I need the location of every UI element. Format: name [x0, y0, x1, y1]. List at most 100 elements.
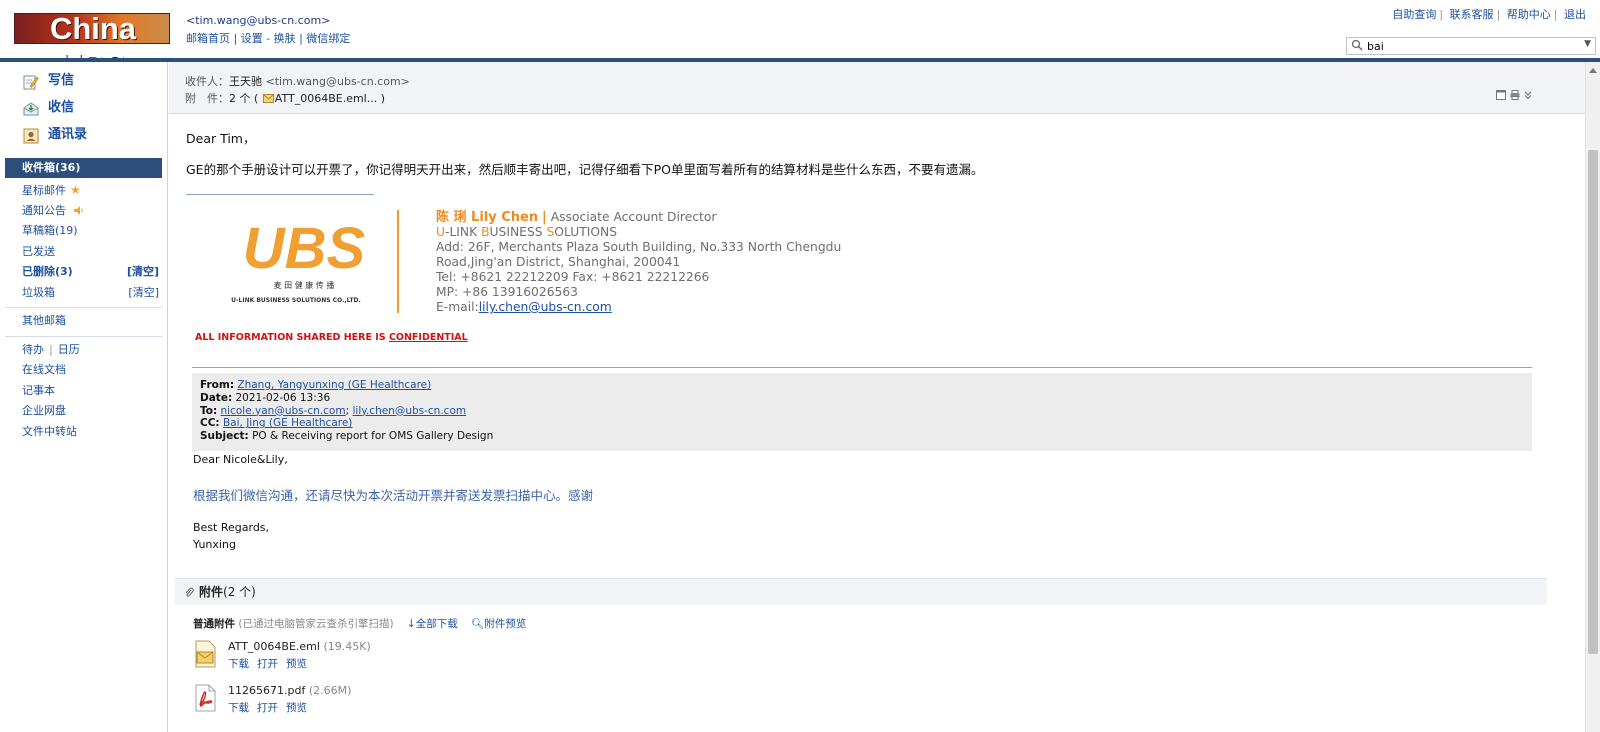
quoted-to-link-1[interactable]: nicole.yan@ubs-cn.com [221, 405, 346, 417]
svg-text:UBS: UBS [243, 216, 366, 281]
mail-home-link[interactable]: 邮箱首页 [186, 32, 230, 45]
mail-header: 收件人：王天驰 <tim.wang@ubs-cn.com> 附 件：2 个 ( … [169, 62, 1585, 114]
attachments-bar: 附件(2 个) [175, 578, 1547, 605]
clear-deleted-button[interactable]: [清空] [127, 262, 159, 283]
quoted-header: From: Zhang, Yangyunxing (GE Healthcare)… [192, 373, 1532, 451]
sidebar-item-deleted[interactable]: 已删除(3) [清空] [0, 262, 167, 283]
search-icon [1351, 39, 1363, 51]
mail-greeting: Dear Tim， [186, 131, 256, 146]
sidebar-item-online-docs[interactable]: 在线文档 [0, 360, 167, 381]
attachments-section: 附件(2 个) 普通附件 (已通过电脑管家云查杀引擎扫描) ↓全部下载 🔍︎附件… [175, 578, 1547, 732]
sidebar-item-enterprise-disk[interactable]: 企业网盘 [0, 401, 167, 422]
attachments-subheader: 普通附件 (已通过电脑管家云查杀引擎扫描) ↓全部下载 🔍︎附件预览 [193, 618, 527, 630]
attachment-link[interactable]: ATT_0064BE.eml... [275, 92, 377, 105]
sidebar-item-drafts[interactable]: 草稿箱(19) [0, 221, 167, 242]
signature-email-link[interactable]: lily.chen@ubs-cn.com [479, 300, 612, 314]
receive-mail-icon [23, 102, 39, 116]
sidebar-item-file-transfer[interactable]: 文件中转站 [0, 422, 167, 443]
signature-name: 陈 琍 Lily Chen [436, 210, 539, 225]
preview-button[interactable]: 预览 [286, 658, 307, 670]
self-service-link[interactable]: 自助查询 [1392, 8, 1436, 21]
recipient-email: <tim.wang@ubs-cn.com> [265, 75, 410, 88]
download-all-button[interactable]: ↓全部下载 [407, 618, 458, 630]
receive-button[interactable]: 收信 [0, 97, 167, 124]
print-icon[interactable] [1510, 90, 1520, 100]
signature-title: Associate Account Director [550, 210, 717, 224]
sidebar-item-other-mailboxes[interactable]: 其他邮箱 [0, 311, 167, 332]
sidebar-item-inbox[interactable]: 收件箱(36) [5, 158, 162, 178]
sidebar-item-trash[interactable]: 垃圾箱 [清空] [0, 283, 167, 304]
compose-button[interactable]: 写信 [0, 70, 167, 97]
sidebar: 写信 收信 通讯录 收件箱(36) 星标邮件 ★ 通知公告 草稿箱(19) 已发… [0, 62, 168, 732]
sidebar-item-notes[interactable]: 记事本 [0, 381, 167, 402]
search-box[interactable]: ▼ [1346, 37, 1596, 55]
mail-view: 收件人：王天驰 <tim.wang@ubs-cn.com> 附 件：2 个 ( … [169, 62, 1585, 732]
svg-text:麦 田 健 康 传 播: 麦 田 健 康 传 播 [274, 280, 335, 290]
star-icon: ★ [70, 183, 81, 197]
quote-divider [192, 367, 1532, 368]
recipient-name[interactable]: 王天驰 [229, 75, 262, 88]
attachment-row: 附 件：2 个 ( ATT_0064BE.eml... ) [185, 92, 386, 105]
account-email: <tim.wang@ubs-cn.com> [186, 14, 331, 27]
signature-bar [397, 210, 399, 313]
download-button[interactable]: 下载 [228, 658, 249, 670]
mail-tools [1496, 90, 1533, 103]
svg-text:U-LINK BUSINESS SOLUTIONS CO.,: U-LINK BUSINESS SOLUTIONS CO.,LTD. [231, 297, 361, 304]
attachment-filename[interactable]: 11265671.pdf [228, 684, 305, 697]
signature-divider [186, 194, 374, 195]
search-input[interactable] [1367, 39, 1567, 53]
eml-file-icon [262, 94, 274, 103]
vertical-scrollbar[interactable] [1585, 62, 1600, 732]
sidebar-tools-row: 待办 | 日历 [22, 342, 80, 356]
preview-all-button[interactable]: 🔍︎附件预览 [471, 618, 526, 630]
contacts-button[interactable]: 通讯录 [0, 124, 167, 151]
signature-info: 陈 琍 Lily Chen | Associate Account Direct… [436, 210, 842, 314]
account-links: 邮箱首页 | 设置 - 换肤 | 微信绑定 [186, 32, 351, 45]
quoted-to-link-2[interactable]: lily.chen@ubs-cn.com [352, 405, 466, 417]
mail-paragraph: GE的那个手册设计可以开票了，你记得明天开出来，然后顺丰寄出吧，记得仔细看下PO… [186, 162, 984, 177]
attachment-item: ATT_0064BE.eml (19.45K) 下载 打开 预览 [193, 640, 593, 680]
quoted-from-link[interactable]: Zhang, Yangyunxing (GE Healthcare) [237, 379, 431, 391]
logout-link[interactable]: 退出 [1564, 8, 1586, 21]
pdf-file-icon [195, 684, 216, 712]
quoted-cc-link[interactable]: Bai, Jing (GE Healthcare) [223, 417, 352, 429]
eml-file-icon [195, 640, 216, 668]
compose-icon [23, 75, 39, 90]
signature-company: U-LINK BUSINESS SOLUTIONS [436, 225, 618, 239]
signature-mobile: MP: +86 13916026563 [436, 285, 578, 299]
expand-icon[interactable] [1523, 90, 1533, 100]
search-dropdown-icon[interactable]: ▼ [1584, 39, 1591, 49]
divider [5, 307, 162, 308]
scroll-thumb[interactable] [1588, 150, 1598, 654]
skin-link[interactable]: 换肤 [274, 32, 296, 45]
open-button[interactable]: 打开 [257, 658, 278, 670]
settings-link[interactable]: 设置 [241, 32, 263, 45]
wechat-bind-link[interactable]: 微信绑定 [306, 32, 350, 45]
new-window-icon[interactable] [1496, 90, 1506, 100]
todo-link[interactable]: 待办 [22, 343, 44, 356]
sidebar-item-announcements[interactable]: 通知公告 [0, 201, 167, 222]
china-ubs-logo[interactable]: China UBS [14, 11, 170, 82]
signature-address-2: Road,Jing'an District, Shanghai, 200041 [436, 255, 681, 269]
divider [5, 335, 162, 337]
contact-support-link[interactable]: 联系客服 [1450, 8, 1494, 21]
attachment-item: 11265671.pdf (2.66M) 下载 打开 预览 [193, 684, 593, 724]
magnifier-icon: 🔍︎ [471, 618, 485, 630]
contacts-icon [23, 128, 39, 144]
download-button[interactable]: 下载 [228, 702, 249, 714]
sidebar-item-starred[interactable]: 星标邮件 ★ [0, 180, 167, 201]
top-right-links: 自助查询 | 联系客服 | 帮助中心 | 退出 [1392, 8, 1586, 21]
attachment-filename[interactable]: ATT_0064BE.eml [228, 640, 320, 653]
signature-address-1: Add: 26F, Merchants Plaza South Building… [436, 240, 842, 254]
paperclip-icon [185, 587, 194, 597]
signature-tel: Tel: +8621 22212209 Fax: +8621 22212266 [436, 270, 710, 284]
scroll-up-arrow-icon[interactable] [1589, 68, 1597, 73]
sidebar-item-sent[interactable]: 已发送 [0, 242, 167, 263]
signature-email-row: E-mail:lily.chen@ubs-cn.com [436, 300, 612, 314]
preview-button[interactable]: 预览 [286, 702, 307, 714]
help-center-link[interactable]: 帮助中心 [1507, 8, 1551, 21]
speaker-icon [73, 205, 83, 215]
clear-trash-button[interactable]: [清空] [128, 283, 159, 304]
calendar-link[interactable]: 日历 [58, 343, 80, 356]
open-button[interactable]: 打开 [257, 702, 278, 714]
